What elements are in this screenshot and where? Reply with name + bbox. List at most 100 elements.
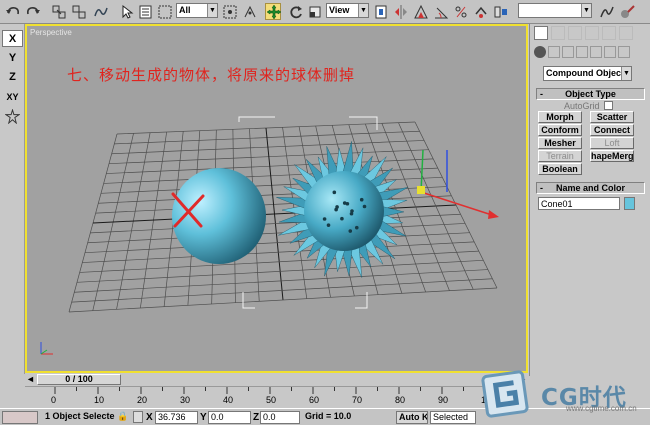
track-tick-label: 40: [223, 395, 234, 405]
geometry-icon[interactable]: [534, 46, 546, 58]
main-toolbar: All ▼ View ▼ ▼: [0, 0, 650, 24]
spike-base: [345, 201, 350, 206]
helpers-icon[interactable]: [590, 46, 602, 58]
unlink-selection-icon[interactable]: [70, 3, 86, 20]
selection-filter-dropdown[interactable]: All ▼: [176, 3, 218, 18]
x-coordinate-field[interactable]: 36.736: [155, 411, 198, 424]
chevron-down-icon: ▼: [581, 4, 591, 17]
maxscript-listener[interactable]: [2, 411, 38, 424]
select-by-name-icon[interactable]: [137, 3, 153, 20]
select-and-link-icon[interactable]: [50, 3, 66, 20]
object-type-button-morph[interactable]: Morph: [538, 111, 582, 123]
axis-z-button[interactable]: Z: [2, 69, 23, 86]
motion-tab-icon[interactable]: [585, 26, 599, 40]
y-coordinate-field[interactable]: 0.0: [208, 411, 251, 424]
percent-snap-icon[interactable]: [452, 3, 468, 20]
grid-line: [74, 269, 488, 293]
watermark-url: www.cgtime.com.cn: [566, 404, 637, 413]
snap-settings-icon[interactable]: [2, 108, 23, 125]
object-type-button-terrain[interactable]: Terrain: [538, 150, 582, 162]
selection-filter-value: All: [179, 5, 191, 15]
time-slider-track[interactable]: ◄ 0 / 100 ►: [25, 374, 528, 386]
auto-key-button[interactable]: Auto Key: [396, 411, 428, 424]
grid-line: [82, 241, 475, 263]
align-icon[interactable]: [492, 3, 508, 20]
utilities-tab-icon[interactable]: [619, 26, 633, 40]
time-prev-icon[interactable]: ◄: [26, 374, 35, 384]
x-label: X: [146, 412, 153, 423]
reference-coordinate-dropdown[interactable]: View ▼: [326, 3, 369, 18]
track-tick-label: 20: [137, 395, 148, 405]
lights-icon[interactable]: [562, 46, 574, 58]
object-type-button-loft[interactable]: Loft: [590, 137, 634, 149]
spike-base: [362, 204, 367, 209]
pivot-point-center-icon[interactable]: [372, 3, 388, 20]
object-type-button-conform[interactable]: Conform: [538, 124, 582, 136]
object-type-button-scatter[interactable]: Scatter: [590, 111, 634, 123]
object-type-button-connect[interactable]: Connect: [590, 124, 634, 136]
create-tab-icon[interactable]: [534, 26, 548, 40]
named-selection-dropdown[interactable]: ▼: [518, 3, 592, 18]
z-coordinate-field[interactable]: 0.0: [260, 411, 300, 424]
time-slider-thumb[interactable]: 0 / 100: [37, 374, 121, 385]
absolute-mode-icon[interactable]: [133, 411, 143, 423]
select-and-move-icon[interactable]: [265, 3, 282, 20]
object-category-dropdown[interactable]: Compound Objects ▼: [543, 66, 632, 81]
grid-line: [76, 259, 484, 283]
mirror-icon[interactable]: [392, 3, 408, 20]
hierarchy-tab-icon[interactable]: [568, 26, 582, 40]
angle-snap-icon[interactable]: [432, 3, 449, 20]
spike-base: [326, 223, 331, 227]
snap-toggle-icon[interactable]: [412, 3, 428, 20]
cameras-icon[interactable]: [576, 46, 588, 58]
redo-icon[interactable]: [24, 3, 40, 20]
display-tab-icon[interactable]: [602, 26, 616, 40]
material-editor-icon[interactable]: [618, 3, 635, 20]
create-category-bar: [534, 46, 648, 60]
track-bar[interactable]: 0102030405060708090100: [25, 386, 505, 408]
panel-tabs: [534, 26, 648, 40]
systems-icon[interactable]: [618, 46, 630, 58]
name-and-color-rollout-header[interactable]: Name and Color: [536, 182, 645, 194]
object-type-button-mesher[interactable]: Mesher: [538, 137, 582, 149]
bind-space-warp-icon[interactable]: [92, 3, 108, 20]
axis-constraints-toolbar: X Y Z XY: [0, 24, 25, 374]
select-object-icon[interactable]: [118, 3, 134, 20]
grid-line: [90, 213, 461, 234]
lock-selection-icon[interactable]: 🔒: [117, 411, 128, 422]
axis-x-button[interactable]: X: [2, 30, 23, 47]
curve-editor-icon[interactable]: [598, 3, 614, 20]
spinner-snap-icon[interactable]: [472, 3, 488, 20]
select-and-scale-icon[interactable]: [306, 3, 322, 20]
object-type-button-hapemerg[interactable]: hapeMerg: [590, 150, 634, 162]
object-type-rollout-header[interactable]: Object Type: [536, 88, 645, 100]
chevron-down-icon: ▼: [207, 4, 217, 17]
spike-base: [354, 225, 359, 230]
autogrid-checkbox[interactable]: [604, 101, 613, 110]
axis-y-button[interactable]: Y: [2, 50, 23, 67]
rectangular-selection-icon[interactable]: [156, 3, 172, 20]
object-name-input[interactable]: [538, 197, 620, 210]
z-label: Z: [253, 412, 260, 423]
object-color-swatch[interactable]: [624, 197, 635, 210]
axis-xy-button[interactable]: XY: [2, 89, 23, 106]
reference-coordinate-value: View: [329, 5, 350, 15]
track-tick-label: 0: [51, 395, 57, 405]
grid-line: [87, 223, 466, 244]
track-tick-label: 70: [352, 395, 363, 405]
select-and-rotate-icon[interactable]: [287, 3, 303, 20]
track-tick-label: 30: [180, 395, 191, 405]
modify-tab-icon[interactable]: [551, 26, 565, 40]
undo-icon[interactable]: [4, 3, 20, 20]
shapes-icon[interactable]: [548, 46, 560, 58]
perspective-viewport[interactable]: Perspective 七、移动生成的物体，将原来的球体删掉: [25, 24, 528, 373]
scatter-cone-object[interactable]: [276, 141, 408, 278]
space-warps-icon[interactable]: [604, 46, 616, 58]
selection-set-key-dropdown[interactable]: Selected: [430, 411, 476, 424]
autogrid-label: AutoGrid: [564, 101, 600, 111]
object-category-value: Compound Objects: [546, 68, 629, 78]
window-crossing-icon[interactable]: [221, 3, 237, 20]
object-type-button-boolean[interactable]: Boolean: [538, 163, 582, 175]
select-and-manipulate-icon[interactable]: [241, 3, 257, 20]
grid-line: [71, 278, 493, 303]
